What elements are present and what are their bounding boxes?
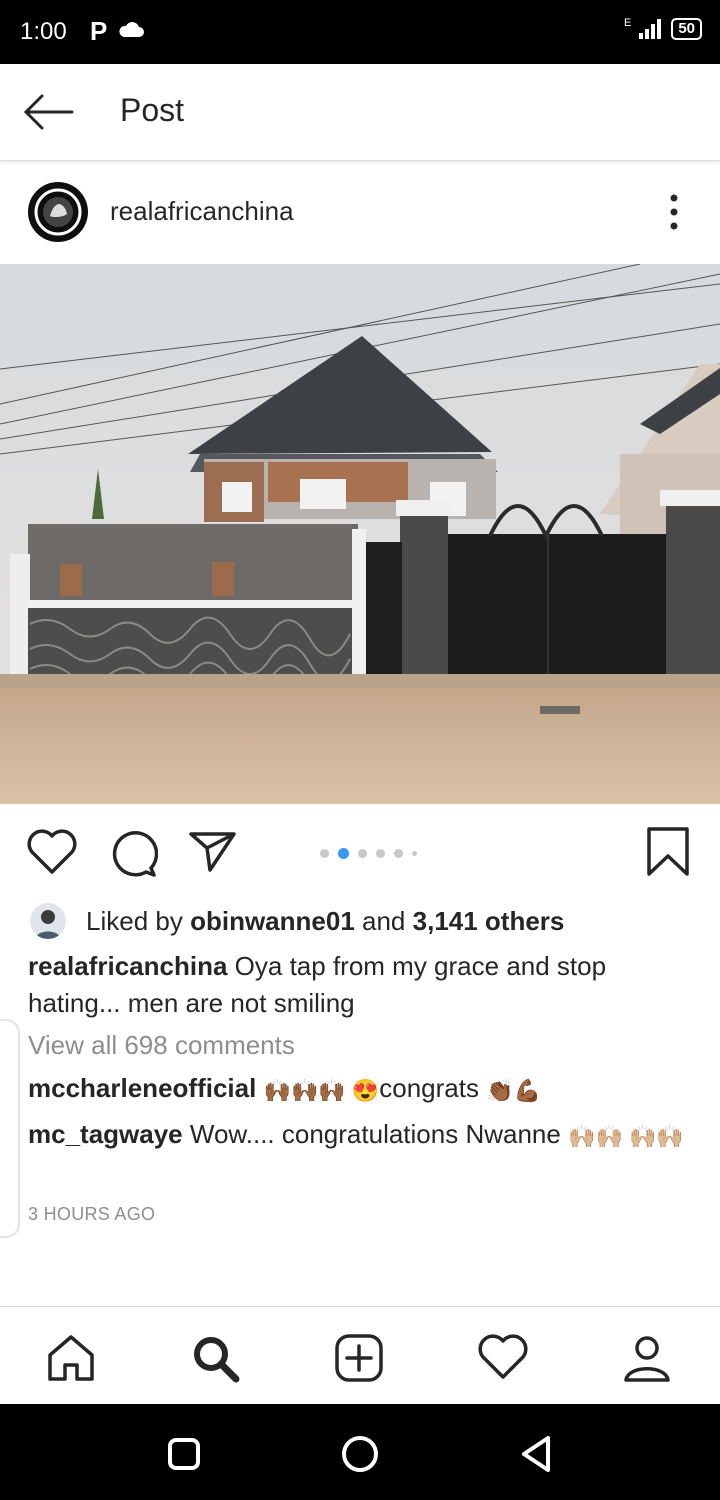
post-caption: realafricanchina Oya tap from my grace a… xyxy=(28,948,688,1022)
recent-apps-icon[interactable] xyxy=(166,1436,202,1472)
avatar-logo-icon xyxy=(34,188,82,236)
back-arrow-icon[interactable] xyxy=(22,92,74,132)
bookmark-icon[interactable] xyxy=(646,826,690,878)
back-button-icon[interactable] xyxy=(518,1434,554,1474)
liker-avatar[interactable] xyxy=(30,903,66,939)
comment-username[interactable]: mccharleneofficial xyxy=(28,1073,256,1103)
caption-username[interactable]: realafricanchina xyxy=(28,951,227,981)
add-icon[interactable] xyxy=(334,1333,384,1383)
carousel-dot xyxy=(358,849,367,858)
signal-icon xyxy=(639,19,662,39)
comment-item: mc_tagwaye Wow.... congratulations Nwann… xyxy=(28,1116,688,1155)
carousel-dot-active xyxy=(338,848,349,859)
carousel-dot xyxy=(376,849,385,858)
page-title: Post xyxy=(120,92,185,128)
signal-type-label: E xyxy=(623,17,632,29)
status-bar: 1:00 P E 50 xyxy=(0,0,720,64)
carousel-dot xyxy=(412,851,417,856)
comment-username[interactable]: mc_tagwaye xyxy=(28,1119,183,1149)
cloud-icon xyxy=(119,22,144,37)
battery-icon: 50 xyxy=(671,18,702,40)
home-button-icon[interactable] xyxy=(340,1434,380,1474)
comment-emoji: 🙌🏾🙌🏾🙌🏾 😍 xyxy=(263,1077,380,1103)
post-sheet: Post realafricanchina Liked by obinwanne… xyxy=(0,64,720,1404)
heart-icon[interactable] xyxy=(26,828,78,876)
carousel-dot xyxy=(394,849,403,858)
profile-icon[interactable] xyxy=(622,1333,672,1383)
status-indicators: E 50 xyxy=(623,17,702,40)
post-photo[interactable] xyxy=(0,264,720,804)
system-nav-bar xyxy=(0,1404,720,1500)
view-all-comments[interactable]: View all 698 comments xyxy=(28,1030,295,1061)
post-timestamp: 3 HOURS AGO xyxy=(28,1204,156,1224)
top-bar: Post xyxy=(0,64,720,161)
carousel-dot xyxy=(320,849,329,858)
home-icon[interactable] xyxy=(46,1333,96,1383)
parking-notification-icon: P xyxy=(90,16,108,46)
status-time: 1:00 xyxy=(20,18,67,45)
side-edge-panel xyxy=(0,1019,20,1238)
likes-row[interactable]: Liked by obinwanne01 and 3,141 others xyxy=(30,899,564,943)
comment-item: mccharleneofficial 🙌🏾🙌🏾🙌🏾 😍congrats 👏🏾💪🏾 xyxy=(28,1070,688,1109)
avatar[interactable] xyxy=(28,182,88,242)
post-header: realafricanchina xyxy=(0,162,720,262)
likes-and: and xyxy=(362,905,406,936)
comment-emoji: 🙌🏼🙌🏼 🙌🏼🙌🏼 xyxy=(568,1123,684,1149)
comment-icon[interactable] xyxy=(108,828,158,878)
liker-username[interactable]: obinwanne01 xyxy=(190,906,355,937)
more-vertical-icon[interactable] xyxy=(662,192,686,232)
likes-prefix: Liked by xyxy=(86,905,183,936)
share-icon[interactable] xyxy=(188,830,238,874)
post-actions xyxy=(0,824,720,884)
likes-count[interactable]: 3,141 others xyxy=(413,906,565,937)
activity-heart-icon[interactable] xyxy=(478,1333,528,1383)
search-icon[interactable] xyxy=(190,1333,240,1383)
post-username[interactable]: realafricanchina xyxy=(110,196,294,227)
bottom-nav xyxy=(0,1306,720,1404)
comment-text: Wow.... congratulations Nwanne xyxy=(189,1119,561,1149)
comment-text: congrats xyxy=(379,1073,479,1103)
carousel-indicator xyxy=(320,848,417,859)
comment-emoji: 👏🏾💪🏾 xyxy=(486,1077,541,1103)
